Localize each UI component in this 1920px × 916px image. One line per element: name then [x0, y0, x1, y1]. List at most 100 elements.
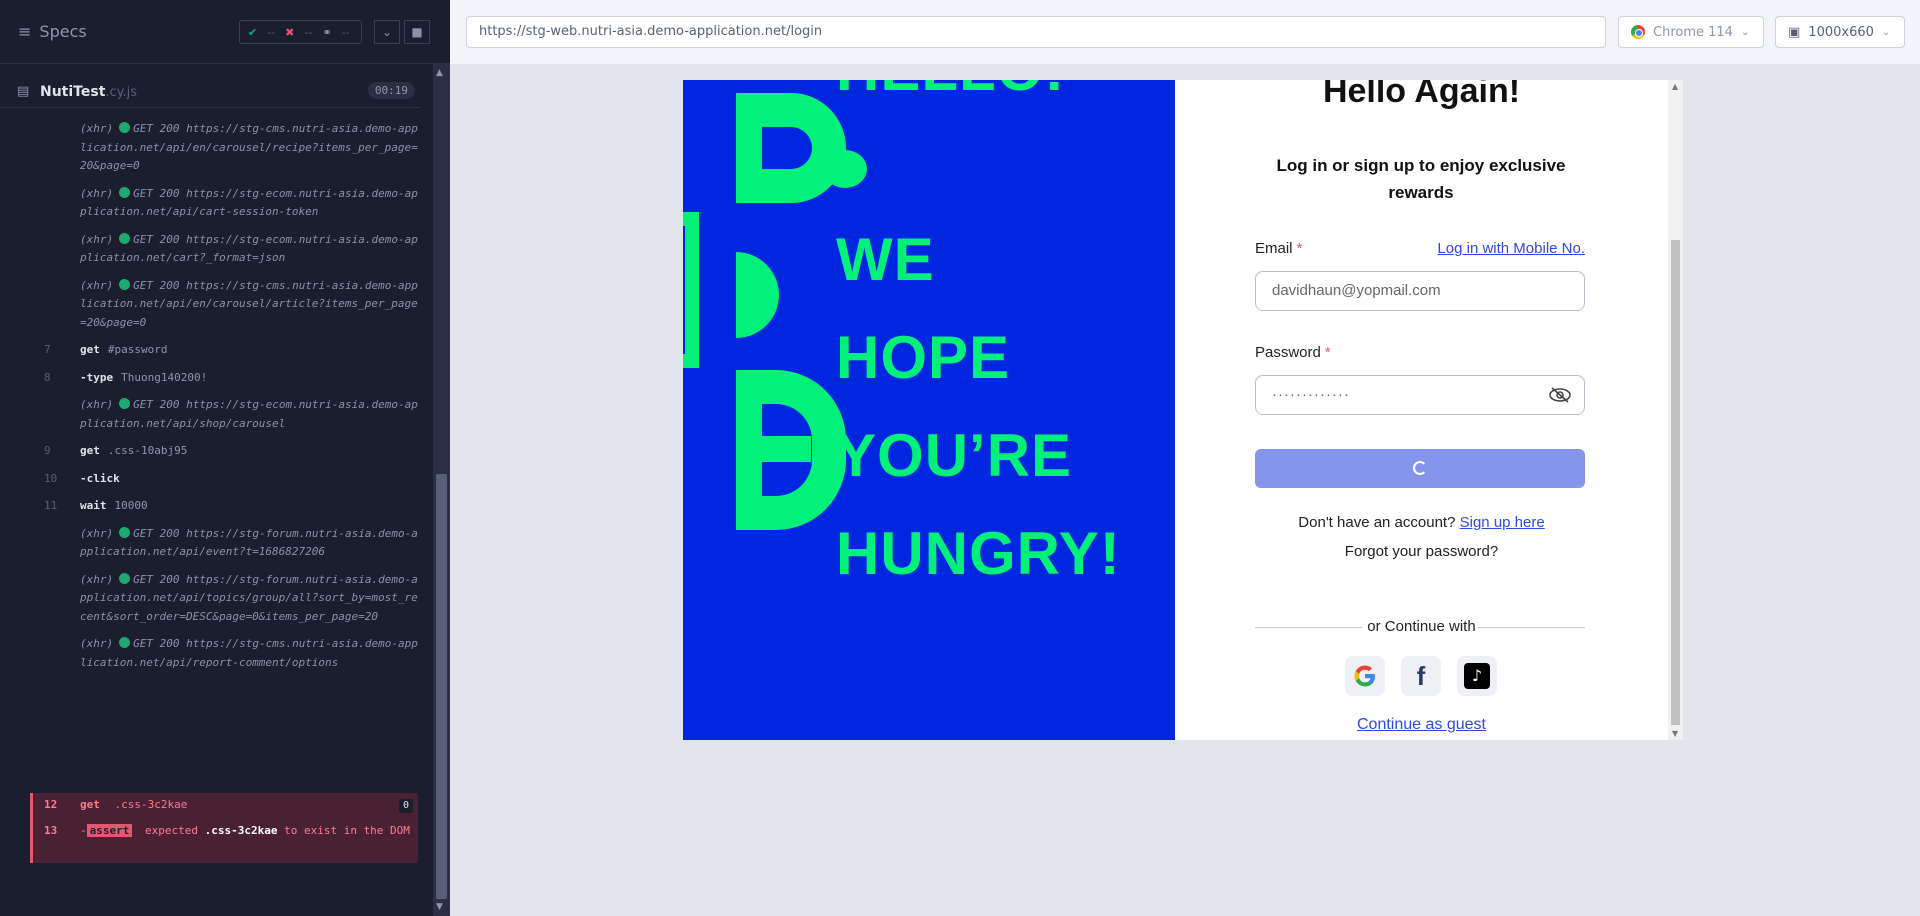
status-dot-icon	[119, 637, 131, 648]
scroll-down-icon[interactable]: ▼	[436, 902, 443, 912]
forgot-password-link[interactable]: Forgot your password?	[1175, 543, 1668, 560]
command-log-entry[interactable]: 8 -type Thuong140200!	[30, 369, 418, 388]
xhr-log-entry[interactable]: (xhr) GET 200 https://stg-ecom.nutri-asia…	[30, 231, 418, 268]
facebook-login-button[interactable]: f	[1401, 656, 1441, 696]
aut-header: https://stg-web.nutri-asia.demo-applicat…	[450, 0, 1920, 64]
viewport-selector[interactable]: ▣ 1000x660 ⌄	[1775, 16, 1905, 48]
file-icon: ▤	[17, 84, 30, 99]
scrollbar-thumb[interactable]	[436, 474, 447, 899]
status-dot-icon	[119, 278, 131, 290]
checkmark-icon: ✔	[248, 25, 258, 39]
status-dot-icon	[119, 186, 131, 198]
continue-as-guest-link[interactable]: Continue as guest	[1175, 716, 1668, 734]
browser-selector[interactable]: Chrome 114 ⌄	[1618, 16, 1764, 48]
command-name: -type	[80, 370, 114, 384]
command-log-entry[interactable]: 7 get #password	[30, 341, 418, 360]
hero-word: WE	[836, 226, 935, 293]
hero-word: YOU’RE	[836, 422, 1073, 489]
xhr-log-entry[interactable]: (xhr) GET 200 https://stg-cms.nutri-asia.…	[30, 120, 418, 176]
url-field[interactable]: https://stg-web.nutri-asia.demo-applicat…	[466, 16, 1606, 48]
decorative-shape	[683, 212, 699, 368]
scroll-up-icon[interactable]: ▲	[1672, 82, 1678, 91]
spec-file-name: NutiTest.cy.js	[40, 84, 138, 100]
page-scrollbar[interactable]: ▲ ▼	[1668, 80, 1683, 740]
run-timer: 00:19	[367, 82, 415, 99]
command-name: get	[80, 343, 100, 356]
viewport-icon: ▣	[1788, 24, 1801, 40]
decorative-shape	[736, 252, 779, 338]
tiktok-login-button[interactable]: ♪	[1457, 656, 1497, 696]
app-under-test: HELLO! WE HOPE YOU’RE HUNGRY! Hello Agai…	[683, 80, 1683, 740]
scrollbar-thumb[interactable]	[1671, 240, 1680, 725]
xhr-log-entry[interactable]: (xhr) GET 200 https://stg-cms.nutri-asia.…	[30, 277, 418, 333]
command-number: 9	[44, 444, 51, 457]
google-icon	[1354, 665, 1375, 687]
xhr-log-entry[interactable]: (xhr) GET 200 https://stg-ecom.nutri-asia…	[30, 396, 418, 433]
google-login-button[interactable]	[1345, 656, 1385, 696]
status-dot-icon	[119, 526, 131, 538]
passed-count: --	[267, 25, 276, 39]
command-number: 8	[44, 370, 51, 384]
tomato-icon	[823, 150, 867, 188]
sign-up-link[interactable]: Sign up here	[1460, 514, 1545, 531]
status-dot-icon	[119, 232, 131, 244]
email-field[interactable]: davidhaun@yopmail.com	[1255, 271, 1585, 311]
login-panel: Hello Again! Log in or sign up to enjoy …	[1175, 80, 1668, 740]
status-dot-icon	[119, 122, 131, 133]
command-log: (xhr) GET 200 https://stg-cms.nutri-asia.…	[30, 120, 418, 681]
command-row-get-failed[interactable]: 12 get .css-3c2kae 0	[33, 796, 418, 814]
stop-icon[interactable]: ■	[404, 20, 430, 44]
xhr-log-entry[interactable]: (xhr) GET 200 https://stg-forum.nutri-asi…	[30, 571, 418, 627]
email-label: Email *	[1255, 240, 1303, 257]
hero-word: HELLO!	[836, 80, 1065, 104]
command-log-entry[interactable]: 10 -click	[30, 470, 418, 489]
chrome-icon	[1631, 25, 1645, 39]
command-name: wait	[80, 499, 107, 512]
xhr-log-entry[interactable]: (xhr) GET 200 https://stg-forum.nutri-asi…	[30, 525, 418, 562]
spec-file-row[interactable]: ▤ NutiTest.cy.js 00:19	[0, 76, 420, 108]
loading-spinner-icon	[1413, 461, 1427, 475]
password-field[interactable]: ·············	[1255, 375, 1585, 415]
command-log-entry[interactable]: 11 wait 10000	[30, 497, 418, 516]
specs-toggle[interactable]: ≡ Specs	[18, 22, 87, 41]
eye-off-icon[interactable]	[1548, 386, 1572, 404]
scroll-down-icon[interactable]: ▼	[1672, 729, 1678, 738]
cypress-command-panel: ≡ Specs ✔ -- ✖ -- ⚭ -- ⌄ ■ ▤ NutiTest.cy…	[0, 0, 450, 916]
hero-banner: HELLO! WE HOPE YOU’RE HUNGRY!	[683, 80, 1175, 740]
command-row-assert-failed[interactable]: 13 - assert expected .css-3c2kae to exist…	[33, 822, 418, 840]
chevron-down-icon: ⌄	[1740, 26, 1750, 38]
mobile-login-link[interactable]: Log in with Mobile No.	[1437, 240, 1585, 257]
chevron-down-icon[interactable]: ⌄	[374, 20, 400, 44]
xhr-log-entry[interactable]: (xhr) GET 200 https://stg-ecom.nutri-asia…	[30, 185, 418, 222]
assert-tag: assert	[86, 824, 133, 837]
facebook-icon: f	[1416, 660, 1426, 691]
failed-count: --	[304, 25, 313, 39]
status-dot-icon	[119, 398, 131, 409]
xhr-log-entry[interactable]: (xhr) GET 200 https://stg-cms.nutri-asia.…	[30, 635, 418, 672]
command-arg: 10000	[114, 499, 148, 512]
continue-with-label: or Continue with	[1367, 618, 1476, 635]
pending-count: --	[341, 25, 350, 39]
scroll-up-icon[interactable]: ▲	[436, 68, 443, 78]
viewport-label: 1000x660	[1808, 24, 1874, 40]
login-title: Hello Again!	[1322, 80, 1521, 110]
command-arg: #password	[107, 343, 168, 356]
login-subtitle: Log in or sign up to enjoy exclusive rew…	[1276, 156, 1566, 202]
hero-word: HOPE	[836, 324, 1011, 391]
log-scrollbar[interactable]: ▲ ▼	[433, 64, 450, 916]
failed-commands[interactable]: 12 get .css-3c2kae 0 13 - assert expected…	[30, 793, 418, 863]
specs-header: ≡ Specs ✔ -- ✖ -- ⚭ -- ⌄ ■	[0, 0, 450, 64]
signup-prompt: Don't have an account? Sign up here	[1298, 514, 1545, 531]
command-arg: Thuong140200!	[121, 370, 208, 384]
element-count-badge: 0	[398, 799, 413, 813]
command-log-entry[interactable]: 9 get .css-10abj95	[30, 442, 418, 461]
divider	[1478, 627, 1585, 628]
specs-label: Specs	[39, 22, 87, 41]
x-icon: ✖	[285, 25, 295, 39]
password-label: Password *	[1255, 344, 1331, 361]
login-button[interactable]	[1255, 449, 1585, 488]
command-name: get	[80, 444, 100, 457]
run-stats: ✔ -- ✖ -- ⚭ --	[239, 20, 362, 44]
browser-label: Chrome 114	[1653, 24, 1733, 40]
menu-icon: ≡	[18, 22, 32, 41]
